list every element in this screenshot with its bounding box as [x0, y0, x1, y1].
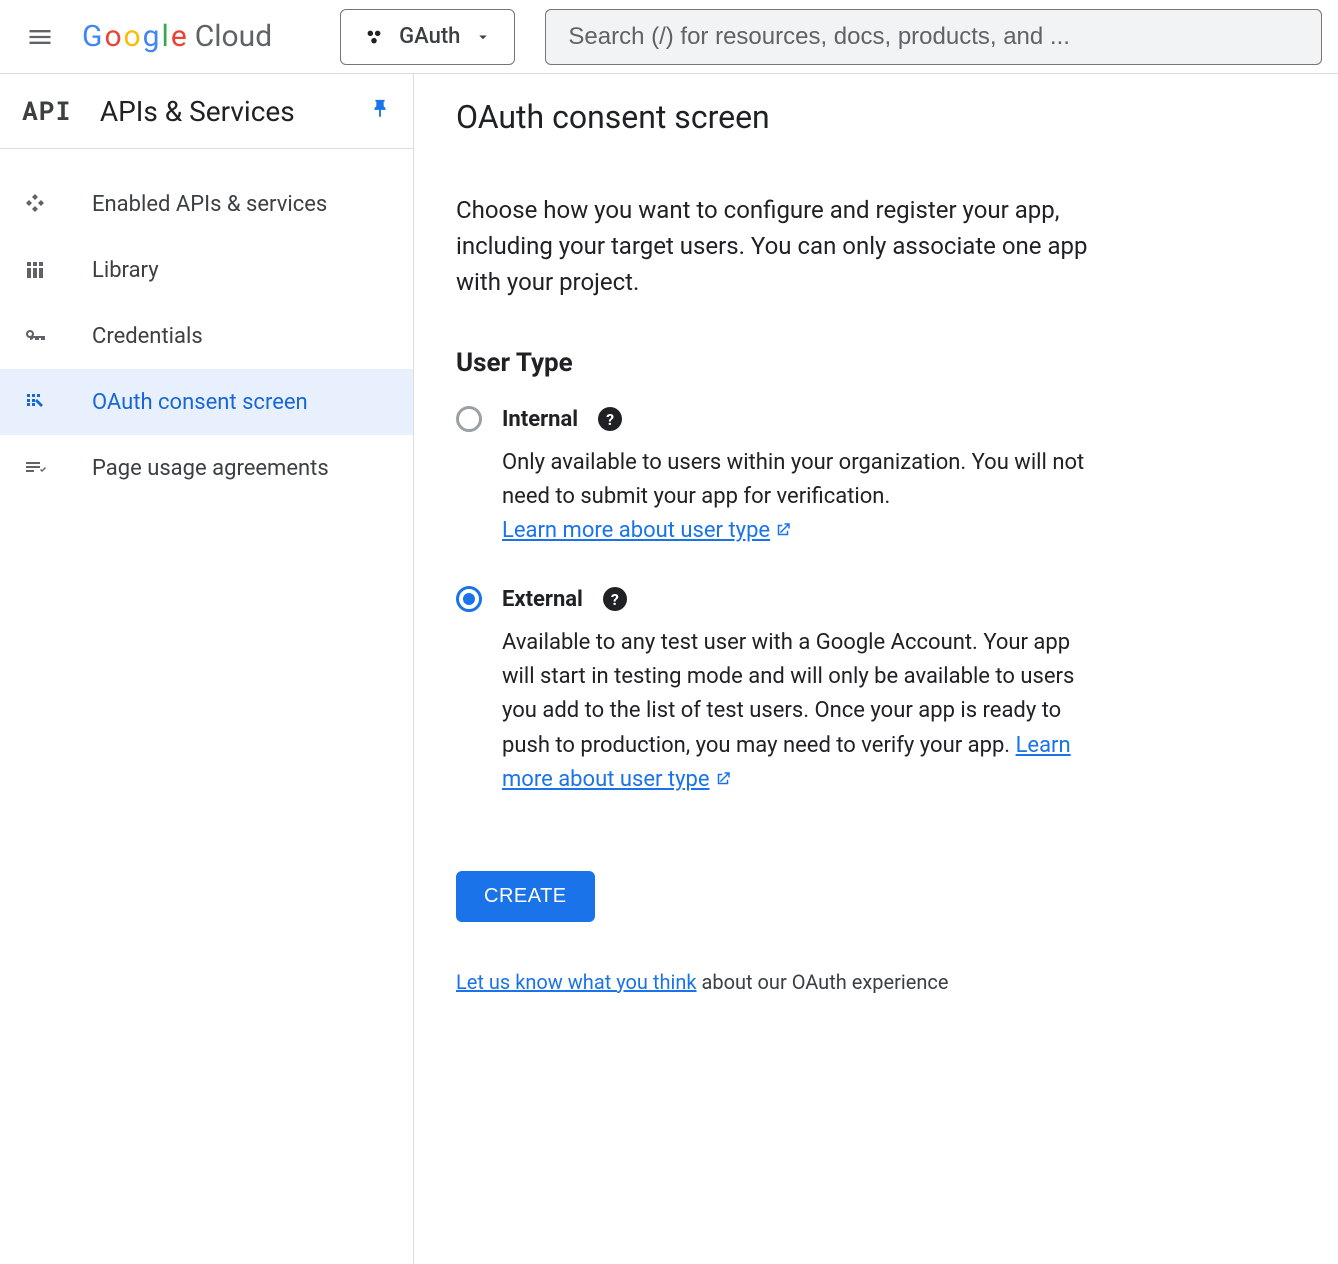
- hamburger-menu-button[interactable]: [16, 13, 64, 61]
- consent-icon: [22, 389, 48, 415]
- chevron-down-icon: [474, 28, 492, 46]
- sidebar-item-library[interactable]: Library: [0, 237, 413, 303]
- sidebar-item-label: Page usage agreements: [92, 456, 329, 481]
- radio-external-label: External: [502, 587, 583, 612]
- user-type-internal-row: Internal ?: [456, 406, 1296, 432]
- diamond-icon: [22, 191, 48, 217]
- sidebar-item-oauth-consent[interactable]: OAuth consent screen: [0, 369, 413, 435]
- external-description: Available to any test user with a Google…: [502, 626, 1102, 798]
- sidebar-nav: Enabled APIs & services Library Credenti…: [0, 149, 413, 501]
- sidebar-item-label: Enabled APIs & services: [92, 192, 327, 217]
- radio-internal[interactable]: [456, 406, 482, 432]
- key-icon: [22, 323, 48, 349]
- sidebar-item-label: Library: [92, 258, 159, 283]
- intro-text: Choose how you want to configure and reg…: [456, 192, 1116, 300]
- radio-internal-label: Internal: [502, 407, 578, 432]
- sidebar-section-header: API APIs & Services: [0, 74, 413, 149]
- feedback-link[interactable]: Let us know what you think: [456, 970, 697, 994]
- logo-cloud-text: Cloud: [195, 19, 272, 54]
- external-link-icon: [714, 765, 732, 799]
- user-type-heading: User Type: [456, 348, 1296, 378]
- sidebar-title: APIs & Services: [100, 95, 341, 128]
- hamburger-icon: [26, 23, 54, 51]
- create-button[interactable]: CREATE: [456, 871, 595, 922]
- sidebar-item-label: Credentials: [92, 324, 203, 349]
- learn-more-internal-link[interactable]: Learn more about user type: [502, 518, 792, 543]
- radio-external[interactable]: [456, 586, 482, 612]
- internal-description: Only available to users within your orga…: [502, 446, 1102, 550]
- search-input[interactable]: [568, 23, 1299, 51]
- sidebar-item-page-usage[interactable]: Page usage agreements: [0, 435, 413, 501]
- project-icon: [363, 26, 385, 48]
- sidebar-item-label: OAuth consent screen: [92, 390, 308, 415]
- project-name: GAuth: [399, 24, 460, 49]
- library-icon: [22, 257, 48, 283]
- help-internal-button[interactable]: ?: [598, 407, 622, 431]
- user-type-external-row: External ?: [456, 586, 1296, 612]
- sidebar: API APIs & Services Enabled APIs & servi…: [0, 74, 414, 1264]
- pin-icon: [369, 98, 391, 120]
- sidebar-item-credentials[interactable]: Credentials: [0, 303, 413, 369]
- external-link-icon: [774, 516, 792, 550]
- help-external-button[interactable]: ?: [603, 587, 627, 611]
- search-box[interactable]: [545, 9, 1322, 65]
- pin-button[interactable]: [369, 98, 391, 124]
- main-content: OAuth consent screen Choose how you want…: [414, 74, 1338, 1264]
- page-title: OAuth consent screen: [456, 98, 1296, 136]
- api-badge: API: [22, 94, 72, 128]
- project-picker[interactable]: GAuth: [340, 9, 515, 65]
- sidebar-item-enabled-apis[interactable]: Enabled APIs & services: [0, 171, 413, 237]
- top-header: Google Cloud GAuth: [0, 0, 1338, 74]
- feedback-text: Let us know what you think about our OAu…: [456, 970, 1296, 994]
- google-cloud-logo[interactable]: Google Cloud: [82, 19, 272, 54]
- agreement-icon: [22, 455, 48, 481]
